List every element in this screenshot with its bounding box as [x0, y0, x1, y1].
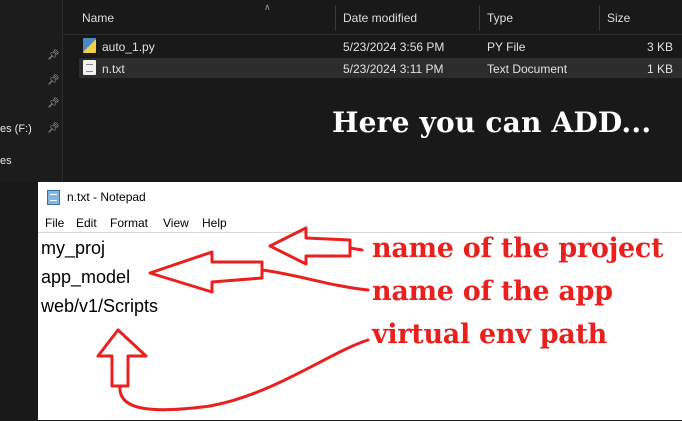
- pin-icon[interactable]: 📌︎: [47, 123, 60, 135]
- annotation-label-app: name of the app: [372, 276, 613, 307]
- sort-ascending-icon: ∧: [264, 2, 271, 12]
- file-size: 3 KB: [646, 40, 673, 54]
- file-row-auto-1-py[interactable]: auto_1.py 5/23/2024 3:56 PM PY File 3 KB: [79, 36, 682, 56]
- editor-line-project: my_proj: [41, 238, 106, 258]
- pin-icon[interactable]: 📌︎: [47, 75, 60, 87]
- column-header-name[interactable]: Name: [82, 11, 114, 25]
- nav-item-drive-f[interactable]: es (F:): [0, 123, 32, 135]
- column-divider[interactable]: [599, 5, 600, 31]
- menu-edit[interactable]: Edit: [76, 216, 97, 230]
- overlay-caption: Here you can ADD...: [332, 106, 652, 139]
- window-title: n.txt - Notepad: [67, 190, 146, 204]
- menu-view[interactable]: View: [163, 216, 189, 230]
- column-header-date-modified[interactable]: Date modified: [343, 11, 417, 25]
- pin-icon[interactable]: 📌︎: [47, 50, 60, 62]
- text-file-icon: [83, 60, 96, 75]
- file-date-modified: 5/23/2024 3:56 PM: [343, 40, 445, 54]
- notepad-icon: [47, 190, 60, 205]
- nav-item[interactable]: es: [0, 155, 12, 167]
- menu-format[interactable]: Format: [110, 216, 148, 230]
- notepad-titlebar[interactable]: n.txt - Notepad: [38, 182, 682, 212]
- menu-bar: File Edit Format View Help: [38, 212, 682, 232]
- menu-file[interactable]: File: [45, 216, 64, 230]
- editor-line-app: app_model: [41, 267, 131, 287]
- column-divider[interactable]: [479, 5, 480, 31]
- annotation-label-venv: virtual env path: [372, 319, 607, 350]
- column-header-type[interactable]: Type: [487, 11, 513, 25]
- file-type: Text Document: [487, 62, 568, 76]
- python-file-icon: [83, 38, 96, 53]
- file-date-modified: 5/23/2024 3:11 PM: [343, 62, 444, 76]
- file-size: 1 KB: [646, 62, 673, 76]
- menu-help[interactable]: Help: [202, 216, 227, 230]
- file-name: auto_1.py: [102, 40, 155, 54]
- file-explorer: 📌︎ 📌︎ 📌︎ es (F:) 📌︎ es ∧ Name Date modif…: [0, 0, 682, 182]
- file-name: n.txt: [102, 62, 125, 76]
- editor-line-venv-path: web/v1/Scripts: [41, 296, 159, 316]
- navigation-pane: 📌︎ 📌︎ 📌︎ es (F:) 📌︎ es: [0, 0, 63, 182]
- file-type: PY File: [487, 40, 526, 54]
- column-header-row: ∧ Name Date modified Type Size: [63, 0, 682, 35]
- column-header-size[interactable]: Size: [607, 11, 630, 25]
- column-divider[interactable]: [335, 5, 336, 31]
- annotation-label-project: name of the project: [372, 233, 664, 264]
- file-row-n-txt[interactable]: n.txt 5/23/2024 3:11 PM Text Document 1 …: [79, 58, 682, 78]
- pin-icon[interactable]: 📌︎: [47, 98, 60, 110]
